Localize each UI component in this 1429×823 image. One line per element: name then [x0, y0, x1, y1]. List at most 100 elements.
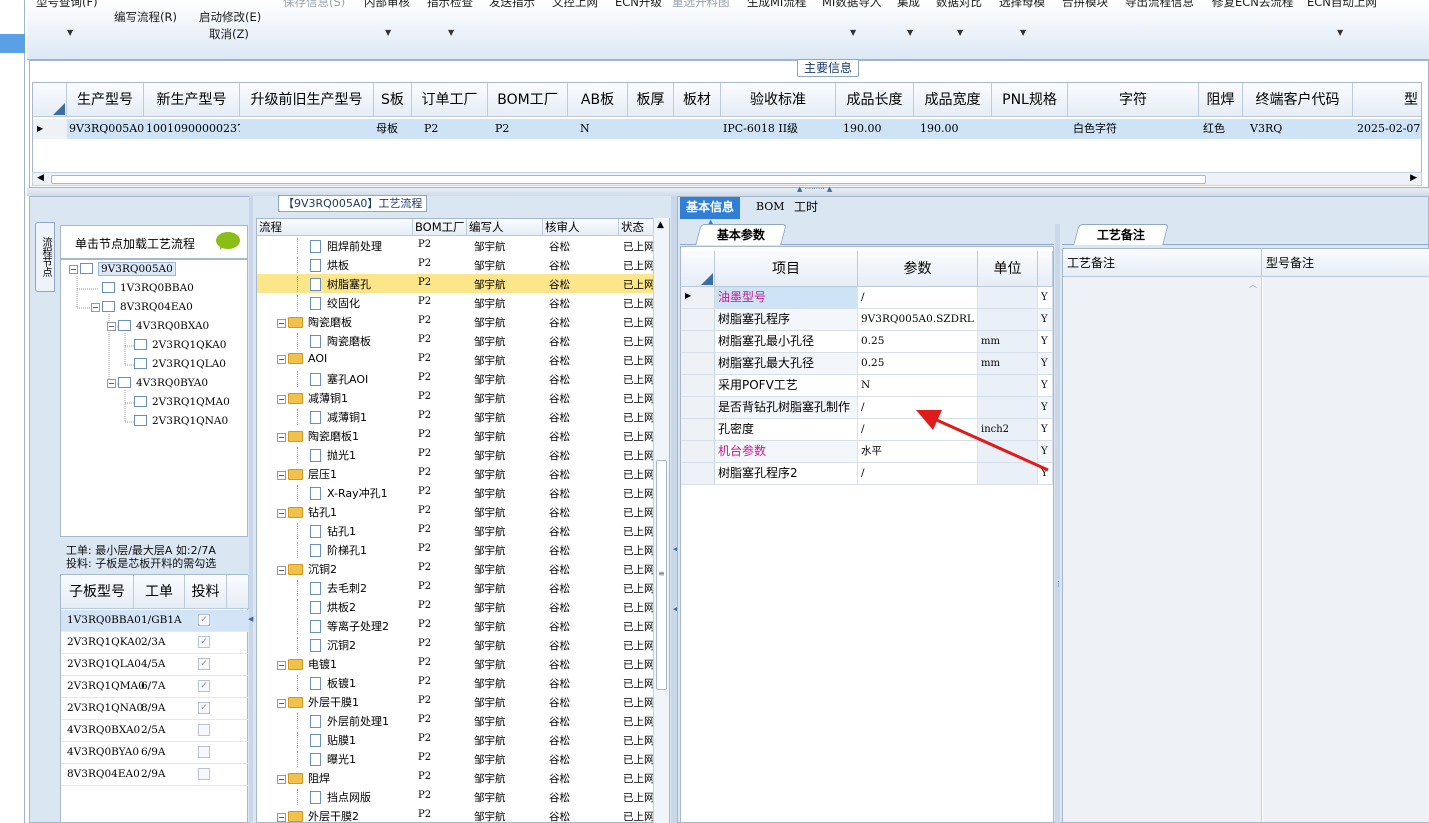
flow-row[interactable]: 绞固化 P2 邹宇航 谷松 已上网 — [257, 293, 655, 312]
col-header[interactable]: 阻焊 — [1199, 83, 1243, 117]
param-row[interactable]: 树脂塞孔最小孔径 0.25 mm Y — [681, 331, 1053, 353]
tab-bom[interactable]: BOM — [750, 197, 791, 219]
ecn-upgrade-button[interactable]: ECN升级 — [615, 0, 662, 10]
col-header[interactable]: 状态 — [619, 219, 655, 236]
col-header[interactable]: BOM工厂 — [413, 219, 467, 236]
collapse-icon[interactable]: − — [277, 509, 286, 518]
ecn-auto-online-button[interactable]: ECN自动上网 — [1307, 0, 1377, 10]
flow-row[interactable]: 去毛刺2 P2 邹宇航 谷松 已上网 — [257, 578, 655, 597]
col-header[interactable]: 板材 — [674, 83, 721, 117]
collapse-icon[interactable]: − — [277, 471, 286, 480]
col-header[interactable]: PNL规格 — [992, 83, 1068, 117]
scroll-right-icon[interactable]: ▶ — [1410, 173, 1417, 183]
flow-row[interactable]: 钻孔1 P2 邹宇航 谷松 已上网 — [257, 521, 655, 540]
flow-row[interactable]: 外层前处理1 P2 邹宇航 谷松 已上网 — [257, 711, 655, 730]
cell[interactable]: P2 — [493, 119, 568, 139]
send-instruction-button[interactable]: 发送指示 — [489, 0, 535, 10]
scroll-thumb[interactable] — [51, 175, 1206, 184]
flow-row[interactable]: 曝光1 P2 邹宇航 谷松 已上网 — [257, 749, 655, 768]
cell[interactable]: 10010900000237 — [144, 119, 240, 139]
scroll-up-icon[interactable]: ▲ — [657, 220, 664, 230]
chevron-down-icon[interactable]: ▼ — [957, 28, 963, 37]
subboard-order[interactable]: 8/9A — [141, 702, 165, 714]
left-strip-selection[interactable] — [0, 34, 25, 53]
collapse-icon[interactable]: − — [277, 319, 286, 328]
cell[interactable]: IPC-6018 II级 — [721, 119, 836, 139]
subboard-order[interactable]: 2/9A — [141, 768, 165, 780]
tab-process-notes[interactable]: 工艺备注 — [1073, 224, 1169, 245]
vertical-splitter[interactable] — [1055, 224, 1060, 823]
tree-node[interactable]: − 4V3RQ0BXA0 — [107, 320, 209, 332]
model-query-button[interactable]: 型号查询(F) — [36, 0, 98, 10]
save-info-button[interactable]: 保存信息(S) — [283, 0, 345, 10]
param-value[interactable]: / — [858, 287, 978, 308]
scroll-up-icon[interactable]: ︿ — [1249, 279, 1257, 290]
flow-row[interactable]: − 减薄铜1 P2 邹宇航 谷松 已上网 — [257, 388, 655, 407]
process-note-field[interactable]: ︿ — [1063, 277, 1262, 822]
param-value[interactable]: 0.25 — [858, 331, 978, 352]
col-header[interactable]: 成品长度 — [836, 83, 914, 117]
tree-node[interactable]: − 4V3RQ0BYA0 — [107, 377, 208, 389]
col-header[interactable]: 验收标准 — [721, 83, 836, 117]
feed-checkbox[interactable]: ✓ — [198, 658, 210, 670]
cell[interactable] — [240, 119, 374, 139]
col-header[interactable]: AB板 — [568, 83, 628, 117]
flow-row[interactable]: − 阻焊 P2 邹宇航 谷松 已上网 — [257, 768, 655, 787]
feed-checkbox[interactable] — [198, 746, 210, 758]
chevron-down-icon[interactable]: ▼ — [1020, 28, 1026, 37]
flow-row[interactable]: 挡点网版 P2 邹宇航 谷松 已上网 — [257, 787, 655, 806]
collapse-icon[interactable]: − — [107, 379, 116, 388]
flow-row[interactable]: 等离子处理2 P2 邹宇航 谷松 已上网 — [257, 616, 655, 635]
select-master-button[interactable]: 选择母模 — [999, 0, 1045, 10]
subboard-order[interactable]: 6/7A — [141, 680, 165, 692]
subboard-order[interactable]: 2/3A — [141, 636, 165, 648]
param-row[interactable]: 树脂塞孔程序 9V3RQ005A0.SZDRL Y — [681, 309, 1053, 331]
col-header[interactable]: 编写人 — [467, 219, 543, 236]
collapse-icon[interactable]: − — [277, 661, 286, 670]
tree-node[interactable]: 2V3RQ1QLA0 — [123, 358, 226, 370]
col-header[interactable]: 单位 — [978, 251, 1038, 287]
cell[interactable]: V3RQ — [1248, 119, 1353, 139]
flow-row[interactable]: 烘板2 P2 邹宇航 谷松 已上网 — [257, 597, 655, 616]
feed-checkbox[interactable]: ✓ — [198, 614, 210, 626]
chevron-down-icon[interactable]: ▼ — [850, 28, 856, 37]
tree-node[interactable]: 1V3RQ0BBA0 — [91, 282, 194, 294]
collapse-icon[interactable]: − — [277, 395, 286, 404]
feed-checkbox[interactable] — [198, 724, 210, 736]
collapse-icon[interactable]: − — [91, 303, 100, 312]
col-header[interactable]: 升级前旧生产型号 — [240, 83, 374, 117]
chevron-down-icon[interactable]: ▼ — [448, 28, 454, 37]
col-header[interactable]: BOM工厂 — [488, 83, 568, 117]
cell[interactable] — [674, 119, 721, 139]
param-value[interactable]: 9V3RQ005A0.SZDRL — [858, 309, 978, 330]
col-header[interactable]: 型 — [1353, 83, 1421, 117]
splitter-left-arrow-icon[interactable]: ◀ — [248, 615, 253, 623]
param-value[interactable]: 0.25 — [858, 353, 978, 374]
collapse-icon[interactable]: − — [277, 813, 286, 822]
chevron-down-icon[interactable]: ▼ — [907, 28, 913, 37]
tree-node[interactable]: 2V3RQ1QKA0 — [123, 339, 226, 351]
horizontal-splitter[interactable]: ▲ ········· ▲ — [27, 185, 1429, 196]
vertical-scrollbar[interactable]: ▲ ≡ — [653, 218, 669, 823]
instruction-check-button[interactable]: 指示检查 — [427, 0, 473, 10]
flow-row[interactable]: 陶瓷磨板 P2 邹宇航 谷松 已上网 — [257, 331, 655, 350]
reselect-cutting-button[interactable]: 重选开料图 — [672, 0, 730, 10]
cancel-button[interactable]: 取消(Z) — [209, 26, 249, 42]
subboard-row[interactable]: 2V3RQ1QKA0 2/3A ✓ — [61, 632, 249, 654]
col-header[interactable]: 子板型号 — [61, 575, 134, 609]
flow-row[interactable]: X-Ray冲孔1 P2 邹宇航 谷松 已上网 — [257, 483, 655, 502]
subboard-row[interactable]: 2V3RQ1QMA0 6/7A ✓ — [61, 676, 249, 698]
collapse-icon[interactable]: − — [277, 566, 286, 575]
flow-row[interactable]: 阻焊前处理 P2 邹宇航 谷松 已上网 — [257, 236, 655, 255]
scroll-left-icon[interactable]: ◀ — [37, 173, 44, 183]
flow-row[interactable]: − 电镀1 P2 邹宇航 谷松 已上网 — [257, 654, 655, 673]
flow-row[interactable]: 沉铜2 P2 邹宇航 谷松 已上网 — [257, 635, 655, 654]
collapse-icon[interactable]: − — [277, 433, 286, 442]
col-header[interactable]: 工艺备注 — [1063, 249, 1262, 277]
tree-node[interactable]: 2V3RQ1QMA0 — [123, 396, 230, 408]
tree-node[interactable]: 2V3RQ1QNA0 — [123, 415, 228, 427]
col-header[interactable]: 成品宽度 — [914, 83, 992, 117]
flow-row[interactable]: − 陶瓷磨板 P2 邹宇航 谷松 已上网 — [257, 312, 655, 331]
flow-row[interactable]: 抛光1 P2 邹宇航 谷松 已上网 — [257, 445, 655, 464]
cell[interactable] — [992, 119, 1068, 139]
